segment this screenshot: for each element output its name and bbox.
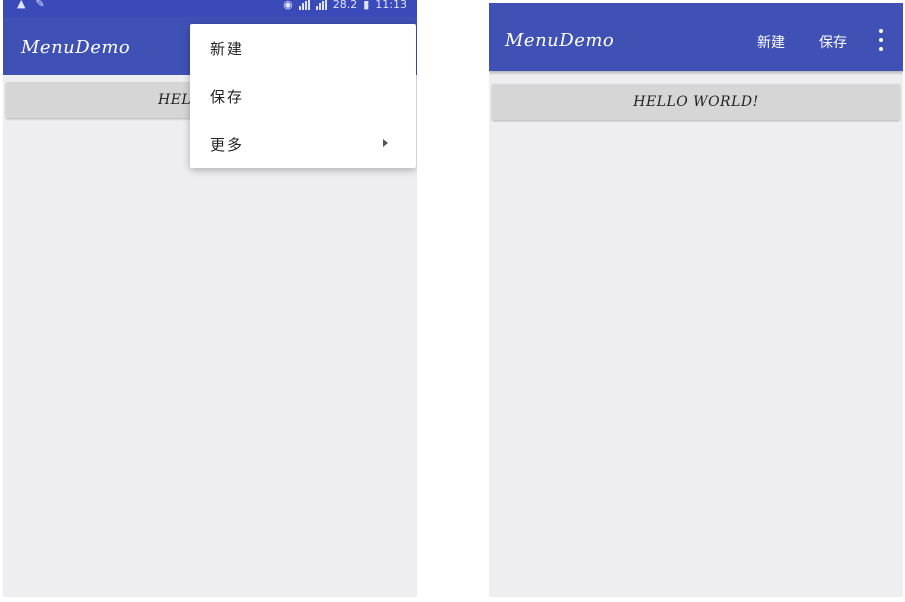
battery-icon: ▮ <box>363 0 370 11</box>
signal-icon <box>298 0 310 10</box>
status-bar: ▲ ✎ ◉ 28.2 ▮ 11:13 <box>3 0 417 17</box>
person-icon: ▲ <box>17 0 26 10</box>
menu-item-new[interactable]: 新建 <box>190 24 416 72</box>
overflow-popup-menu: 新建 保存 更多 <box>190 24 416 168</box>
app-title: MenuDemo <box>505 30 615 51</box>
system-icons: ◉ 28.2 ▮ 11:13 <box>283 0 407 11</box>
pencil-icon: ✎ <box>35 0 45 10</box>
app-bar: MenuDemo 新建 保存 <box>489 3 903 71</box>
submenu-arrow-icon <box>383 139 388 147</box>
menu-item-more[interactable]: 更多 <box>190 120 416 168</box>
menu-item-save[interactable]: 保存 <box>190 72 416 120</box>
menu-item-label: 保存 <box>210 88 245 106</box>
app-title: MenuDemo <box>21 37 131 58</box>
right-screen: MenuDemo 新建 保存 HELLO WORLD! <box>489 3 903 597</box>
overflow-menu-icon[interactable] <box>877 29 885 51</box>
menu-item-label: 更多 <box>210 136 245 154</box>
menu-item-label: 新建 <box>210 40 245 58</box>
wifi-icon: ◉ <box>283 0 293 11</box>
clock: 11:13 <box>375 0 407 11</box>
left-screen: ▲ ✎ ◉ 28.2 ▮ 11:13 MenuDemo HELLO WORLD!… <box>3 0 417 597</box>
notification-icons: ▲ ✎ <box>17 0 45 10</box>
action-save-button[interactable]: 保存 <box>819 32 847 52</box>
hello-world-button[interactable]: HELLO WORLD! <box>492 84 900 120</box>
action-new-button[interactable]: 新建 <box>757 32 785 52</box>
signal-icon <box>315 0 327 10</box>
data-rate-label: 28.2 <box>332 0 358 11</box>
